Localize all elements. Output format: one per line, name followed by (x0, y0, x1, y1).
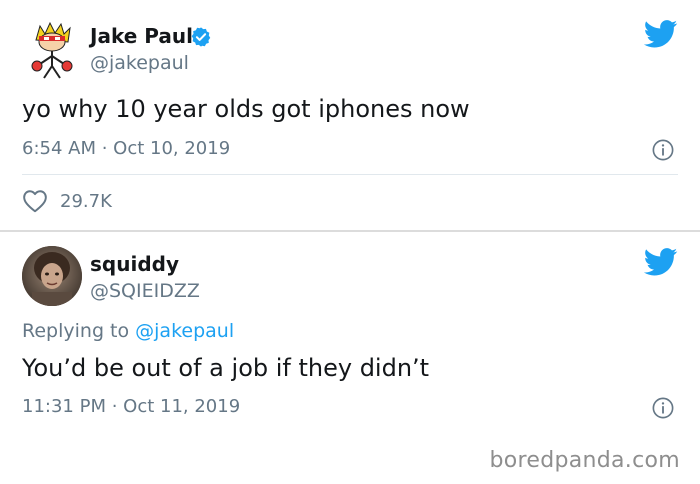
avatar[interactable] (22, 20, 82, 80)
tweet-squiddy: squiddy @SQIEIDZZ Replying to @jakepaul … (0, 232, 700, 432)
replying-prefix: Replying to (22, 320, 136, 342)
info-icon[interactable] (652, 397, 674, 419)
tweet-jakepaul: Jake Paul @jakepaul yo why 10 year olds … (0, 0, 700, 230)
timestamp[interactable]: 11:31 PM · Oct 11, 2019 (22, 396, 240, 417)
verified-badge-icon (191, 27, 211, 47)
twitter-bird-icon[interactable] (644, 20, 678, 48)
heart-icon[interactable] (22, 189, 48, 213)
handle[interactable]: @jakepaul (90, 52, 189, 74)
display-name[interactable]: Jake Paul (90, 24, 193, 48)
handle[interactable]: @SQIEIDZZ (90, 280, 200, 302)
like-action[interactable]: 29.7K (22, 186, 112, 216)
like-count: 29.7K (60, 190, 112, 212)
twitter-bird-icon[interactable] (644, 248, 678, 276)
photo-avatar-icon (22, 246, 82, 306)
tweet-text: yo why 10 year olds got iphones now (22, 95, 470, 123)
info-icon[interactable] (652, 139, 674, 161)
display-name[interactable]: squiddy (90, 252, 179, 276)
avatar[interactable] (22, 246, 82, 306)
timestamp[interactable]: 6:54 AM · Oct 10, 2019 (22, 138, 230, 159)
mention-link[interactable]: @jakepaul (135, 320, 234, 342)
divider (22, 174, 678, 175)
replying-to: Replying to @jakepaul (22, 320, 234, 342)
tweet-text: You’d be out of a job if they didn’t (22, 354, 430, 382)
watermark: boredpanda.com (489, 448, 680, 473)
cartoon-avatar-icon (22, 20, 82, 80)
